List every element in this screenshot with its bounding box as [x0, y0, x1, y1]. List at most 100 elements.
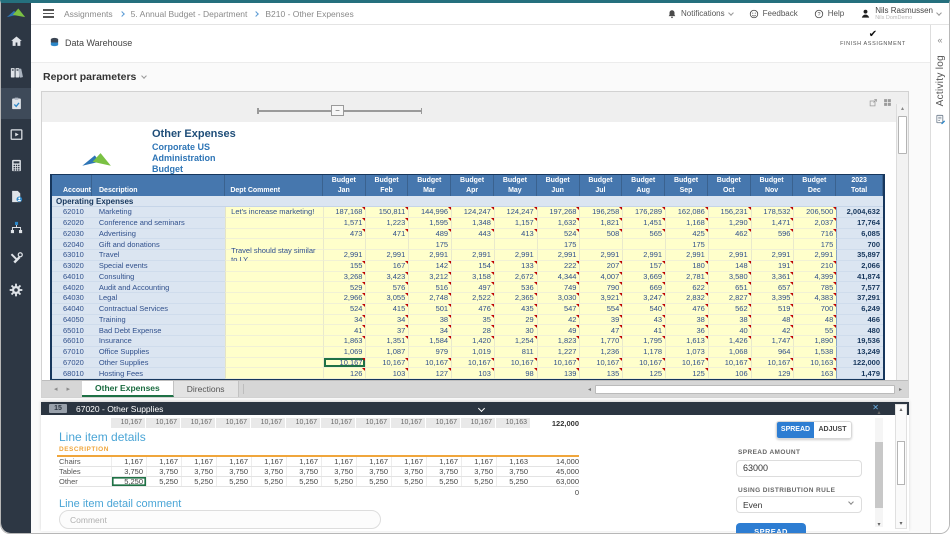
value-cell[interactable]: 596	[751, 229, 794, 240]
value-cell[interactable]	[494, 239, 537, 250]
value-cell[interactable]: 3,268	[323, 272, 366, 283]
value-cell[interactable]: 148	[708, 261, 751, 272]
value-cell[interactable]: 38	[408, 315, 451, 326]
value-cell[interactable]: 790	[579, 282, 622, 293]
value-cell[interactable]: 41	[323, 325, 366, 336]
line-item-cell[interactable]: 5,250	[496, 477, 531, 486]
value-cell[interactable]: 2,832	[665, 293, 708, 304]
report-vertical-scrollbar[interactable]: ▴	[896, 104, 908, 380]
account-cell[interactable]: 68010	[52, 368, 92, 379]
value-cell[interactable]: 716	[793, 229, 836, 240]
tab-nav-left-icon[interactable]: ◂	[54, 385, 58, 393]
line-item-cell[interactable]: 5,250	[181, 477, 216, 486]
line-item-cell[interactable]: 5,250	[111, 477, 146, 486]
dept-comment-cell[interactable]	[225, 368, 323, 379]
value-cell[interactable]: 3,395	[751, 293, 794, 304]
value-cell[interactable]: 48	[793, 315, 836, 326]
value-cell[interactable]	[323, 239, 366, 250]
value-cell[interactable]: 3,158	[451, 272, 494, 283]
horizontal-scrollbar-thumb[interactable]	[595, 385, 895, 394]
value-cell[interactable]: 4,399	[793, 272, 836, 283]
value-cell[interactable]: 669	[622, 282, 665, 293]
dept-comment-cell[interactable]	[225, 336, 323, 347]
account-cell[interactable]: 64050	[52, 315, 92, 326]
value-cell[interactable]: 210	[793, 261, 836, 272]
value-cell[interactable]: 37	[365, 325, 408, 336]
value-cell[interactable]: 187,168	[323, 207, 366, 218]
value-cell[interactable]: 964	[751, 347, 794, 358]
value-cell[interactable]: 156,231	[708, 207, 751, 218]
value-cell[interactable]: 622	[665, 282, 708, 293]
value-cell[interactable]: 1,290	[708, 218, 751, 229]
value-cell[interactable]: 3,055	[365, 293, 408, 304]
value-cell[interactable]: 540	[622, 304, 665, 315]
value-cell[interactable]: 207	[579, 261, 622, 272]
value-cell[interactable]: 36	[665, 325, 708, 336]
description-cell[interactable]: Consulting	[92, 272, 225, 283]
value-cell[interactable]: 43	[622, 315, 665, 326]
value-cell[interactable]: 125	[622, 368, 665, 379]
line-item-cell[interactable]: 5,250	[461, 477, 496, 486]
value-cell[interactable]: 2,991	[494, 250, 537, 261]
sidebar-report-player-icon[interactable]	[1, 119, 31, 150]
value-cell[interactable]: 10,167	[665, 358, 708, 369]
value-cell[interactable]: 508	[579, 229, 622, 240]
value-cell[interactable]: 2,991	[665, 250, 708, 261]
value-cell[interactable]: 10,167	[751, 358, 794, 369]
value-cell[interactable]: 3,030	[537, 293, 580, 304]
value-cell[interactable]: 1,178	[622, 347, 665, 358]
dept-comment-cell[interactable]	[225, 325, 323, 336]
value-cell[interactable]: 979	[408, 347, 451, 358]
value-cell[interactable]: 129	[751, 368, 794, 379]
detail-collapse-chevron-icon[interactable]	[478, 405, 485, 412]
dept-comment-cell[interactable]	[225, 358, 323, 369]
comment-input[interactable]	[59, 510, 381, 529]
value-cell[interactable]: 2,991	[622, 250, 665, 261]
value-cell[interactable]: 554	[579, 304, 622, 315]
value-cell[interactable]: 106	[708, 368, 751, 379]
value-cell[interactable]: 162,086	[665, 207, 708, 218]
value-cell[interactable]: 222	[537, 261, 580, 272]
value-cell[interactable]: 98	[494, 368, 537, 379]
value-cell[interactable]: 2,991	[408, 250, 451, 261]
value-cell[interactable]: 1,584	[408, 336, 451, 347]
description-cell[interactable]: Advertising	[92, 229, 225, 240]
line-item-cell[interactable]: 1,167	[181, 457, 216, 466]
value-cell[interactable]: 519	[751, 304, 794, 315]
value-cell[interactable]: 1,073	[665, 347, 708, 358]
value-cell[interactable]: 2,037	[793, 218, 836, 229]
account-cell[interactable]: 63020	[52, 261, 92, 272]
value-cell[interactable]: 524	[537, 229, 580, 240]
value-cell[interactable]: 2,991	[323, 250, 366, 261]
value-cell[interactable]: 536	[494, 282, 537, 293]
report-parameters-toggle[interactable]: Report parameters	[43, 71, 146, 83]
value-cell[interactable]: 3,247	[622, 293, 665, 304]
distribution-rule-select[interactable]: Even	[736, 496, 862, 513]
value-cell[interactable]: 180	[665, 261, 708, 272]
value-cell[interactable]: 42	[537, 315, 580, 326]
value-cell[interactable]: 476	[451, 304, 494, 315]
value-cell[interactable]: 39	[579, 315, 622, 326]
breadcrumb-item[interactable]: 5. Annual Budget - Department	[131, 9, 248, 19]
value-cell[interactable]: 2,991	[793, 250, 836, 261]
value-cell[interactable]: 1,254	[494, 336, 537, 347]
value-cell[interactable]: 103	[365, 368, 408, 379]
value-cell[interactable]: 3,212	[408, 272, 451, 283]
dept-comment-cell[interactable]	[225, 229, 323, 240]
account-cell[interactable]: 67010	[52, 347, 92, 358]
spread-button[interactable]: SPREAD	[736, 523, 806, 534]
value-cell[interactable]: 413	[494, 229, 537, 240]
description-cell[interactable]: Hosting Fees	[92, 368, 225, 379]
value-cell[interactable]: 489	[408, 229, 451, 240]
value-cell[interactable]: 1,168	[665, 218, 708, 229]
value-cell[interactable]: 175	[408, 239, 451, 250]
value-cell[interactable]: 10,167	[451, 358, 494, 369]
value-cell[interactable]: 34	[408, 325, 451, 336]
value-cell[interactable]: 811	[494, 347, 537, 358]
value-cell[interactable]: 435	[494, 304, 537, 315]
line-item-cell[interactable]: 3,750	[181, 467, 216, 476]
value-cell[interactable]: 127	[408, 368, 451, 379]
line-item-cell[interactable]: 5,250	[251, 477, 286, 486]
value-cell[interactable]	[579, 239, 622, 250]
value-cell[interactable]: 476	[665, 304, 708, 315]
